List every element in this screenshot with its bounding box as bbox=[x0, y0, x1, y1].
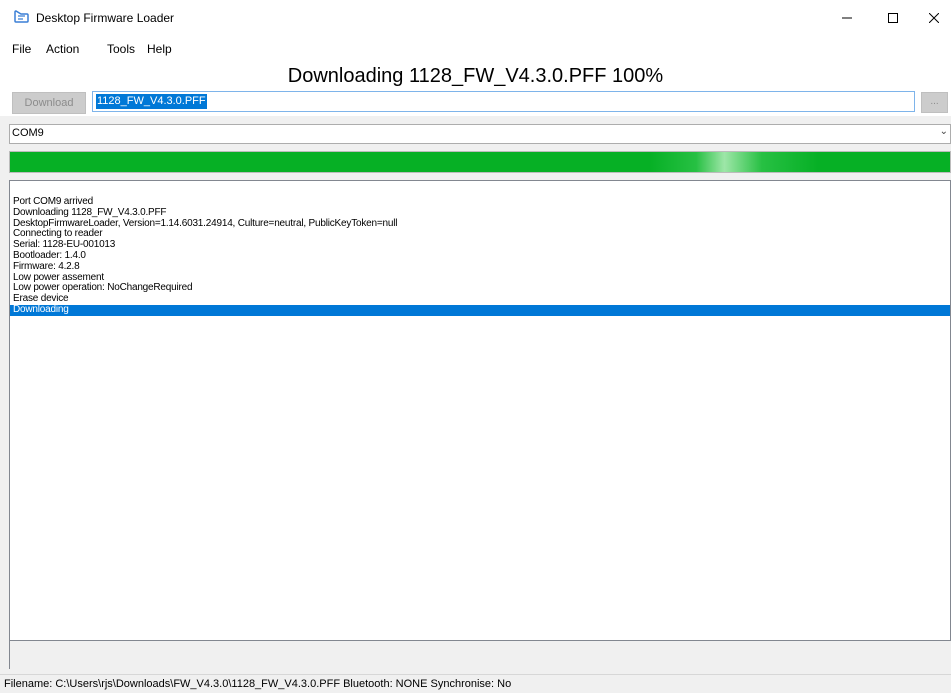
close-button[interactable] bbox=[916, 0, 951, 36]
log-line[interactable]: Connecting to reader bbox=[10, 229, 950, 240]
filename-input[interactable]: 1128_FW_V4.3.0.PFF bbox=[92, 91, 915, 112]
title-bar[interactable]: Desktop Firmware Loader bbox=[0, 0, 951, 36]
menu-action[interactable]: Action bbox=[46, 42, 79, 56]
download-button[interactable]: Download bbox=[12, 92, 86, 114]
log-line[interactable]: Low power operation: NoChangeRequired bbox=[10, 283, 950, 294]
log-line[interactable]: Erase device bbox=[10, 293, 950, 305]
log-line[interactable]: Downloading bbox=[10, 304, 950, 316]
menu-help[interactable]: Help bbox=[147, 42, 172, 56]
status-bar: Filename: C:\Users\rjs\Downloads\FW_V4.3… bbox=[0, 674, 951, 693]
browse-button[interactable]: ... bbox=[921, 92, 948, 113]
maximize-icon bbox=[888, 13, 898, 23]
minimize-button[interactable] bbox=[824, 0, 870, 36]
window-title: Desktop Firmware Loader bbox=[36, 11, 175, 25]
log-line[interactable]: Bootloader: 1.4.0 bbox=[10, 250, 950, 262]
progress-bar-fill bbox=[10, 152, 950, 172]
download-status-heading: Downloading 1128_FW_V4.3.0.PFF 100% bbox=[0, 62, 951, 90]
menu-bar: File Action Tools Help bbox=[0, 36, 951, 62]
port-select-value: COM9 bbox=[12, 127, 44, 139]
progress-bar bbox=[9, 151, 951, 173]
log-line[interactable]: Downloading 1128_FW_V4.3.0.PFF bbox=[10, 207, 950, 219]
maximize-button[interactable] bbox=[870, 0, 916, 36]
close-icon bbox=[928, 13, 939, 23]
menu-file[interactable]: File bbox=[12, 42, 31, 56]
log-panel-footer bbox=[9, 641, 951, 669]
menu-tools[interactable]: Tools bbox=[107, 42, 135, 56]
filename-value: 1128_FW_V4.3.0.PFF bbox=[96, 94, 207, 109]
port-select[interactable]: COM9 ⌄ bbox=[9, 124, 951, 144]
minimize-icon bbox=[842, 17, 852, 19]
log-line[interactable]: DesktopFirmwareLoader, Version=1.14.6031… bbox=[10, 218, 950, 230]
chevron-down-icon: ⌄ bbox=[939, 126, 948, 137]
app-icon bbox=[14, 10, 29, 23]
status-text: Filename: C:\Users\rjs\Downloads\FW_V4.3… bbox=[4, 678, 512, 690]
log-list[interactable]: Port COM9 arrived Downloading 1128_FW_V4.… bbox=[9, 180, 951, 641]
log-line[interactable]: Serial: 1128-EU-001013 bbox=[10, 239, 950, 251]
log-line[interactable]: Firmware: 4.2.8 bbox=[10, 261, 950, 273]
